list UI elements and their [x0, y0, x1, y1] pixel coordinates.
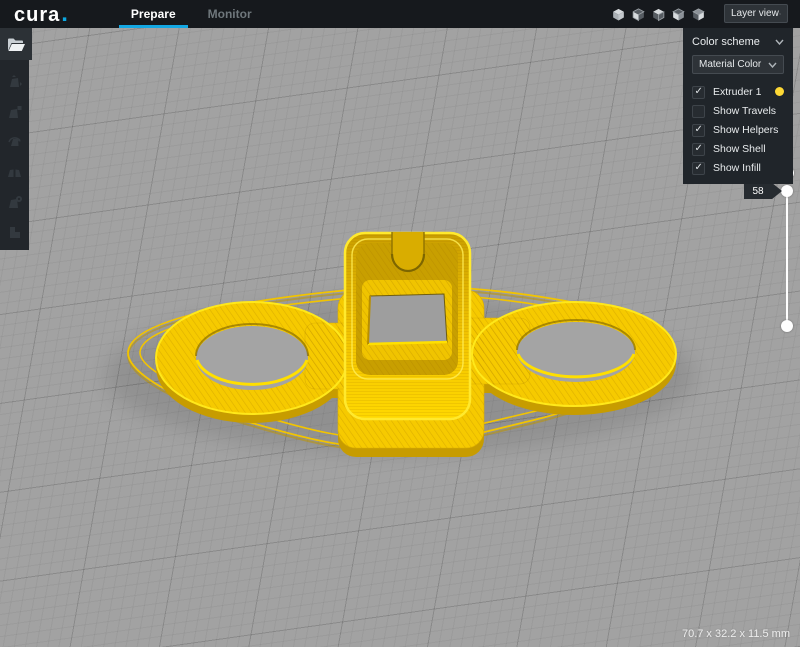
- chevron-down-icon: [779, 11, 781, 17]
- tab-monitor[interactable]: Monitor: [192, 0, 268, 28]
- layer-slider-top-handle[interactable]: [781, 185, 793, 197]
- cura-logo-text: cura: [14, 5, 60, 25]
- center-tower: [345, 232, 470, 419]
- support-blocker-tool-icon[interactable]: [6, 224, 23, 241]
- right-ring-hole: [517, 320, 635, 382]
- extruder-1-color-swatch[interactable]: [775, 87, 784, 96]
- extruder-1-checkbox[interactable]: [692, 86, 705, 99]
- tower-square-hole: [368, 294, 447, 344]
- chevron-down-icon[interactable]: [775, 39, 784, 45]
- view-mode-value: Layer view: [731, 8, 779, 19]
- 3d-view-icon[interactable]: [611, 7, 626, 22]
- color-scheme-dropdown[interactable]: Material Color: [692, 55, 784, 74]
- option-show-infill: Show Infill: [692, 161, 784, 175]
- front-view-icon[interactable]: [631, 7, 646, 22]
- left-ring-hole: [196, 324, 308, 390]
- left-view-icon[interactable]: [671, 7, 686, 22]
- tab-prepare[interactable]: Prepare: [115, 0, 192, 28]
- option-show-travels: Show Travels: [692, 104, 784, 118]
- cura-window: cura. Prepare Monitor Layer view: [0, 0, 800, 647]
- rotate-tool-icon[interactable]: [6, 134, 23, 151]
- model-dimensions-label: 70.7 x 32.2 x 11.5 mm: [682, 628, 790, 640]
- top-bar: cura. Prepare Monitor Layer view: [0, 0, 800, 28]
- chevron-down-icon: [768, 62, 777, 68]
- right-view-icon[interactable]: [691, 7, 706, 22]
- move-tool-icon[interactable]: [6, 74, 23, 91]
- stage-tabs: Prepare Monitor: [115, 0, 268, 28]
- show-helpers-checkbox[interactable]: [692, 124, 705, 137]
- view-mode-dropdown[interactable]: Layer view: [724, 4, 788, 23]
- scale-tool-icon[interactable]: [6, 104, 23, 121]
- open-file-button[interactable]: [0, 28, 32, 60]
- mirror-tool-icon[interactable]: [6, 164, 23, 181]
- option-extruder-1: Extruder 1: [692, 85, 784, 99]
- camera-view-buttons: [611, 0, 706, 28]
- show-infill-checkbox[interactable]: [692, 162, 705, 175]
- show-shell-checkbox[interactable]: [692, 143, 705, 156]
- layer-slider-bottom-handle[interactable]: [781, 320, 793, 332]
- layer-view-options: Extruder 1 Show Travels Show Helpers Sho…: [692, 85, 784, 175]
- color-scheme-value: Material Color: [699, 59, 761, 70]
- printed-model[interactable]: [0, 28, 800, 647]
- tower-notch: [392, 232, 424, 271]
- layer-view-panel: Color scheme Material Color Extruder 1 S…: [683, 28, 793, 184]
- layer-slider-track[interactable]: [786, 191, 788, 326]
- option-show-helpers: Show Helpers: [692, 123, 784, 137]
- cura-logo: cura.: [14, 2, 69, 26]
- top-view-icon[interactable]: [651, 7, 666, 22]
- show-travels-checkbox[interactable]: [692, 105, 705, 118]
- cura-logo-dot: .: [61, 2, 69, 26]
- tool-rail: [0, 60, 29, 250]
- per-model-settings-tool-icon[interactable]: [6, 194, 23, 211]
- option-show-shell: Show Shell: [692, 142, 784, 156]
- open-folder-icon: [7, 37, 26, 52]
- color-scheme-label: Color scheme: [692, 36, 760, 48]
